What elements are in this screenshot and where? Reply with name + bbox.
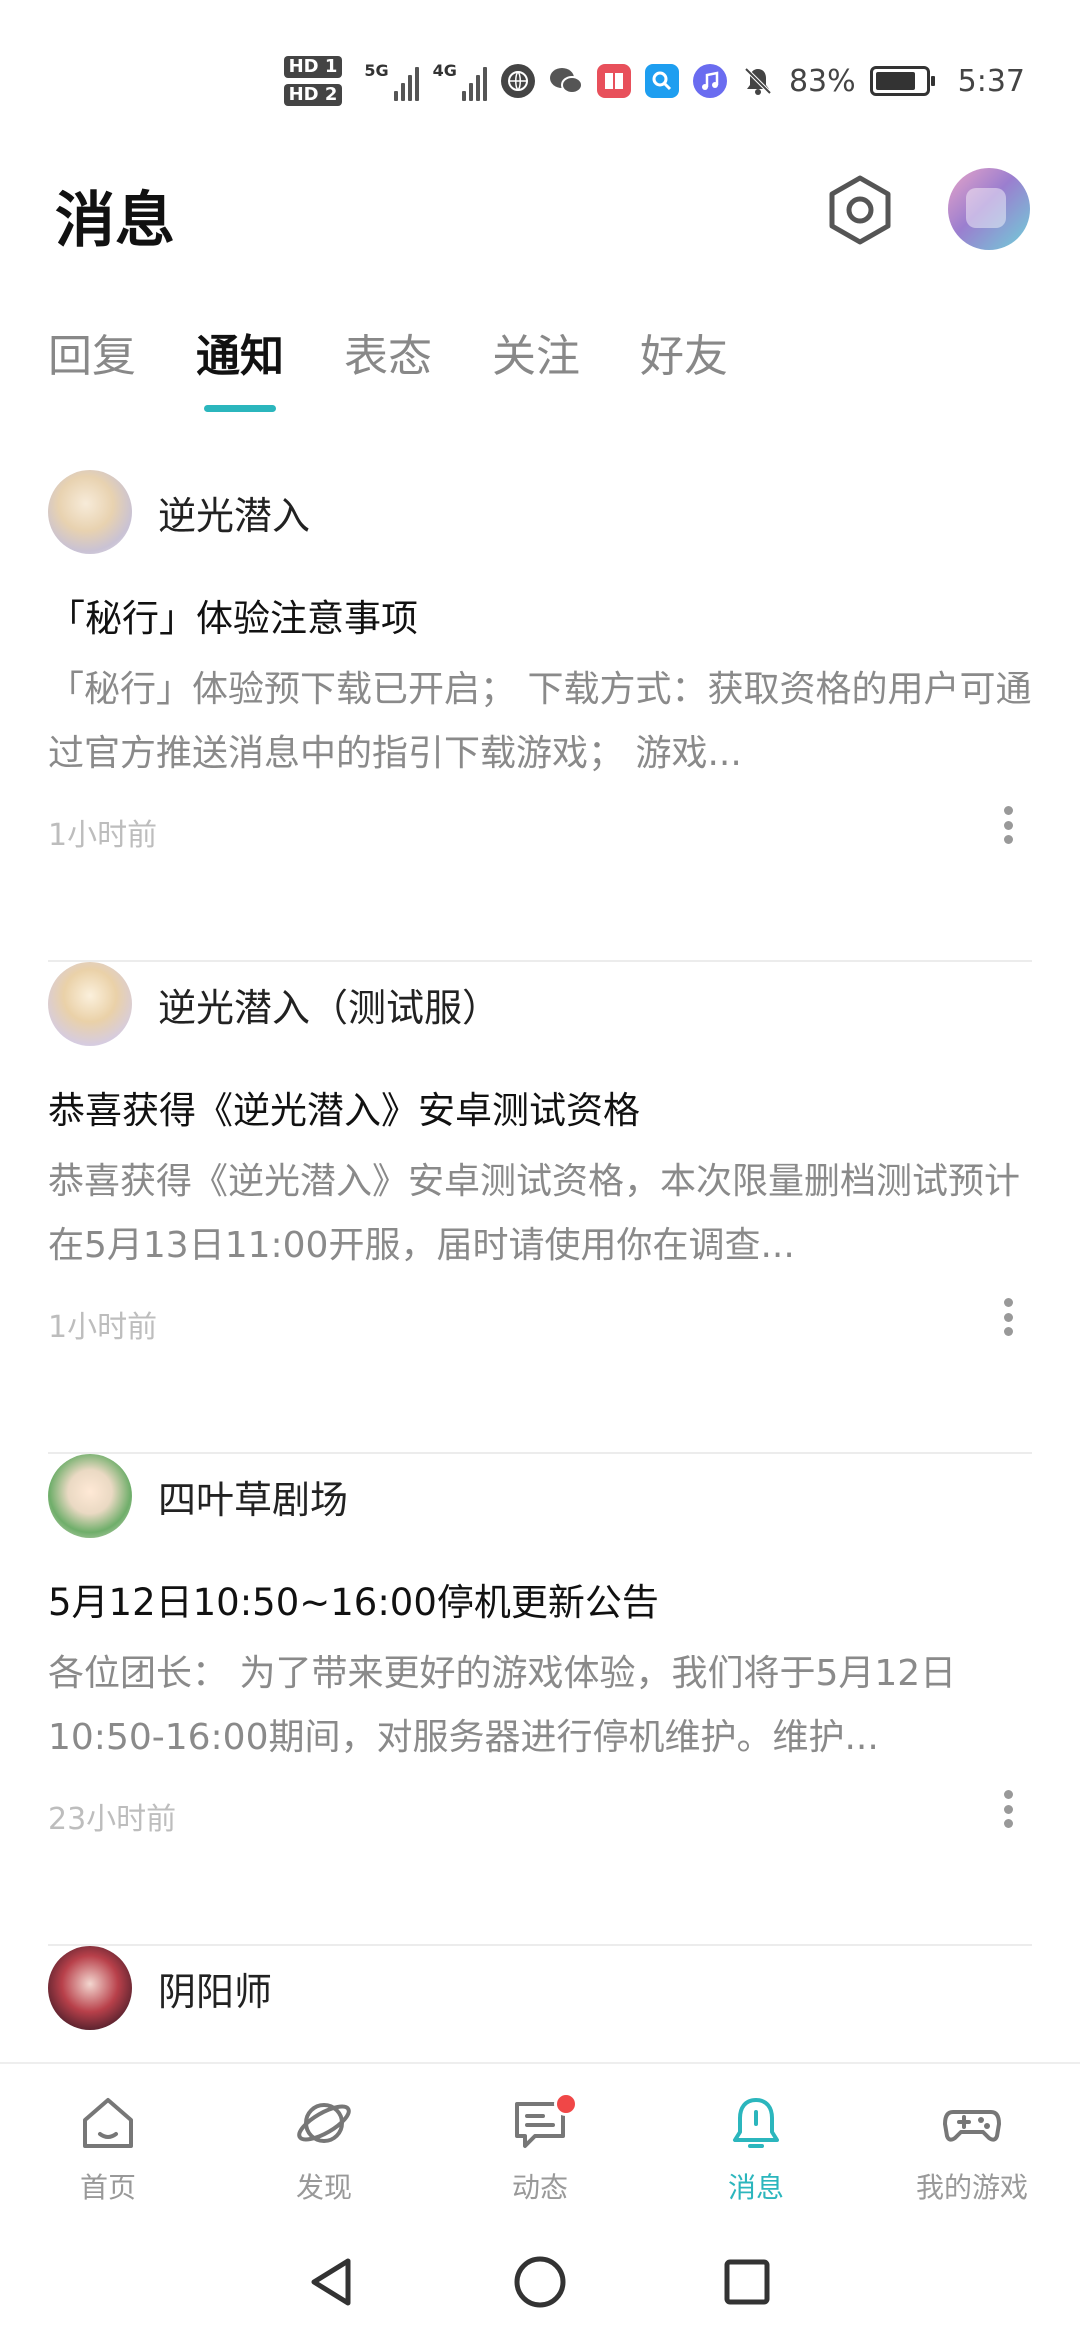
sender-name[interactable]: 逆光潜入 <box>158 485 310 540</box>
back-button[interactable] <box>298 2247 368 2317</box>
notification-badge <box>554 2092 578 2116</box>
tab-label: 通知 <box>196 331 284 382</box>
nav-label: 消息 <box>727 2171 784 2204</box>
browser-icon <box>500 64 535 98</box>
sender-row: 四叶草剧场 <box>48 1454 348 1538</box>
recents-button[interactable] <box>712 2247 782 2317</box>
more-options-button[interactable] <box>994 800 1022 850</box>
nav-label: 动态 <box>511 2171 568 2204</box>
battery-percent: 83% <box>788 63 856 99</box>
nav-home[interactable]: 首页 <box>0 2064 216 2222</box>
sender-avatar[interactable] <box>48 1454 132 1538</box>
tab-label: 表态 <box>344 331 432 382</box>
sender-name[interactable]: 阴阳师 <box>158 1961 272 2016</box>
message-time: 23小时前 <box>48 1802 177 1837</box>
hd-indicators: HD 1 HD 2 <box>283 56 343 106</box>
sender-name[interactable]: 逆光潜入（测试服） <box>158 977 500 1032</box>
user-avatar-button[interactable] <box>948 168 1030 250</box>
battery-level-fill <box>875 72 916 90</box>
message-tabs: 回复 通知 表态 关注 好友 <box>48 320 728 412</box>
message-title: 「秘行」体验注意事项 <box>48 597 418 640</box>
message-title: 5月12日10:50~16:00停机更新公告 <box>48 1581 659 1624</box>
message-body: 恭喜获得《逆光潜入》安卓测试资格，本次限量删档测试预计在5月13日11:00开服… <box>48 1161 1021 1266</box>
nav-label: 发现 <box>295 2171 352 2204</box>
system-navigation-bar <box>0 2224 1080 2340</box>
planet-icon <box>297 2103 351 2143</box>
gamepad-icon <box>943 2110 1001 2142</box>
music-icon <box>692 64 727 98</box>
message-time: 1小时前 <box>48 1310 158 1345</box>
more-options-button[interactable] <box>994 1784 1022 1834</box>
tab-label: 好友 <box>640 331 728 382</box>
nav-feed[interactable]: 动态 <box>432 2064 648 2222</box>
back-triangle-icon <box>311 2258 351 2306</box>
message-time: 1小时前 <box>48 818 158 853</box>
notification-list: 逆光潜入 「秘行」体验注意事项 「秘行」体验预下载已开启； 下载方式：获取资格的… <box>0 470 1080 2340</box>
home-system-button[interactable] <box>505 2247 575 2317</box>
sender-avatar[interactable] <box>48 1946 132 2030</box>
notification-item[interactable]: 四叶草剧场 5月12日10:50~16:00停机更新公告 各位团长： 为了带来更… <box>48 1454 1032 1946</box>
reader-icon <box>596 64 631 98</box>
message-body: 「秘行」体验预下载已开启； 下载方式：获取资格的用户可通过官方推送消息中的指引下… <box>48 669 1032 774</box>
search-app-icon <box>644 64 679 98</box>
sender-row: 逆光潜入（测试服） <box>48 962 500 1046</box>
hd2-badge: HD 2 <box>283 84 343 106</box>
home-icon <box>83 2098 133 2148</box>
status-icons: HD 1 HD 2 5G 4G 83% 5:37 <box>283 56 1025 106</box>
nav-label: 我的游戏 <box>915 2171 1028 2204</box>
recents-square-icon <box>724 2259 770 2305</box>
tab-label: 回复 <box>48 331 136 382</box>
sender-name[interactable]: 四叶草剧场 <box>158 1469 348 1524</box>
active-tab-indicator <box>204 405 276 412</box>
sender-avatar[interactable] <box>48 962 132 1046</box>
page-header: 消息 <box>0 160 1080 270</box>
sender-avatar[interactable] <box>48 470 132 554</box>
sender-row: 逆光潜入 <box>48 470 310 554</box>
page-title: 消息 <box>55 186 175 256</box>
tab-notifications[interactable]: 通知 <box>196 320 284 412</box>
message-body: 各位团长： 为了带来更好的游戏体验，我们将于5月12日10:50-16:00期间… <box>48 1653 957 1758</box>
home-circle-icon <box>514 2256 566 2308</box>
bottom-navigation: 首页 发现 动态 消息 我的游戏 <box>0 2062 1080 2222</box>
settings-hexagon-icon <box>829 175 891 245</box>
clock-time: 5:37 <box>957 63 1025 99</box>
bell-icon <box>733 2098 779 2148</box>
nav-discover[interactable]: 发现 <box>216 2064 432 2222</box>
nav-label: 首页 <box>79 2171 136 2204</box>
tab-label: 关注 <box>492 331 580 382</box>
settings-button[interactable] <box>820 170 900 250</box>
tab-friends[interactable]: 好友 <box>640 320 728 412</box>
mute-bell-icon <box>741 64 775 98</box>
sender-row: 阴阳师 <box>48 1946 272 2030</box>
hd1-badge: HD 1 <box>283 56 343 78</box>
nav-my-games[interactable]: 我的游戏 <box>864 2064 1080 2222</box>
status-bar: HD 1 HD 2 5G 4G 83% 5:37 <box>0 40 1080 120</box>
tab-reactions[interactable]: 表态 <box>344 320 432 412</box>
notification-item[interactable]: 逆光潜入 「秘行」体验注意事项 「秘行」体验预下载已开启； 下载方式：获取资格的… <box>48 470 1032 962</box>
more-options-button[interactable] <box>994 1292 1022 1342</box>
signal-5g-icon: 5G <box>364 61 419 101</box>
battery-icon <box>869 66 935 96</box>
nav-messages[interactable]: 消息 <box>648 2064 864 2222</box>
signal-4g-icon: 4G <box>433 61 487 101</box>
wechat-icon <box>549 64 583 98</box>
tab-reply[interactable]: 回复 <box>48 320 136 412</box>
tab-follows[interactable]: 关注 <box>492 320 580 412</box>
app-root: HD 1 HD 2 5G 4G 83% 5:37 消息 回复 通知 表态 关注 … <box>0 0 1080 2340</box>
notification-item[interactable]: 逆光潜入（测试服） 恭喜获得《逆光潜入》安卓测试资格 恭喜获得《逆光潜入》安卓测… <box>48 962 1032 1454</box>
message-title: 恭喜获得《逆光潜入》安卓测试资格 <box>48 1089 640 1132</box>
